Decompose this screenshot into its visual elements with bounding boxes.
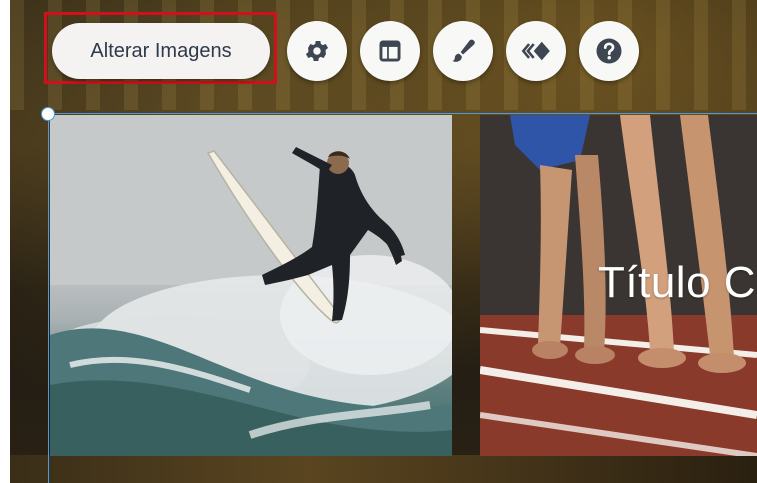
help-button[interactable] xyxy=(579,21,639,81)
animation-icon xyxy=(521,37,551,65)
change-images-button[interactable]: Alterar Imagens xyxy=(52,23,270,79)
design-button[interactable] xyxy=(433,21,493,81)
help-icon xyxy=(594,36,624,66)
gear-icon xyxy=(303,37,331,65)
layout-button[interactable] xyxy=(360,21,420,81)
animation-button[interactable] xyxy=(506,21,566,81)
settings-button[interactable] xyxy=(287,21,347,81)
brush-icon xyxy=(449,37,477,65)
editor-canvas: Título C Alterar Imagens xyxy=(0,0,757,483)
slide-title[interactable]: Título C xyxy=(598,258,756,308)
gallery-image-surfer[interactable] xyxy=(50,115,452,456)
layout-icon xyxy=(376,37,404,65)
surfer-image-art xyxy=(50,115,452,456)
selection-handle[interactable] xyxy=(41,107,55,121)
